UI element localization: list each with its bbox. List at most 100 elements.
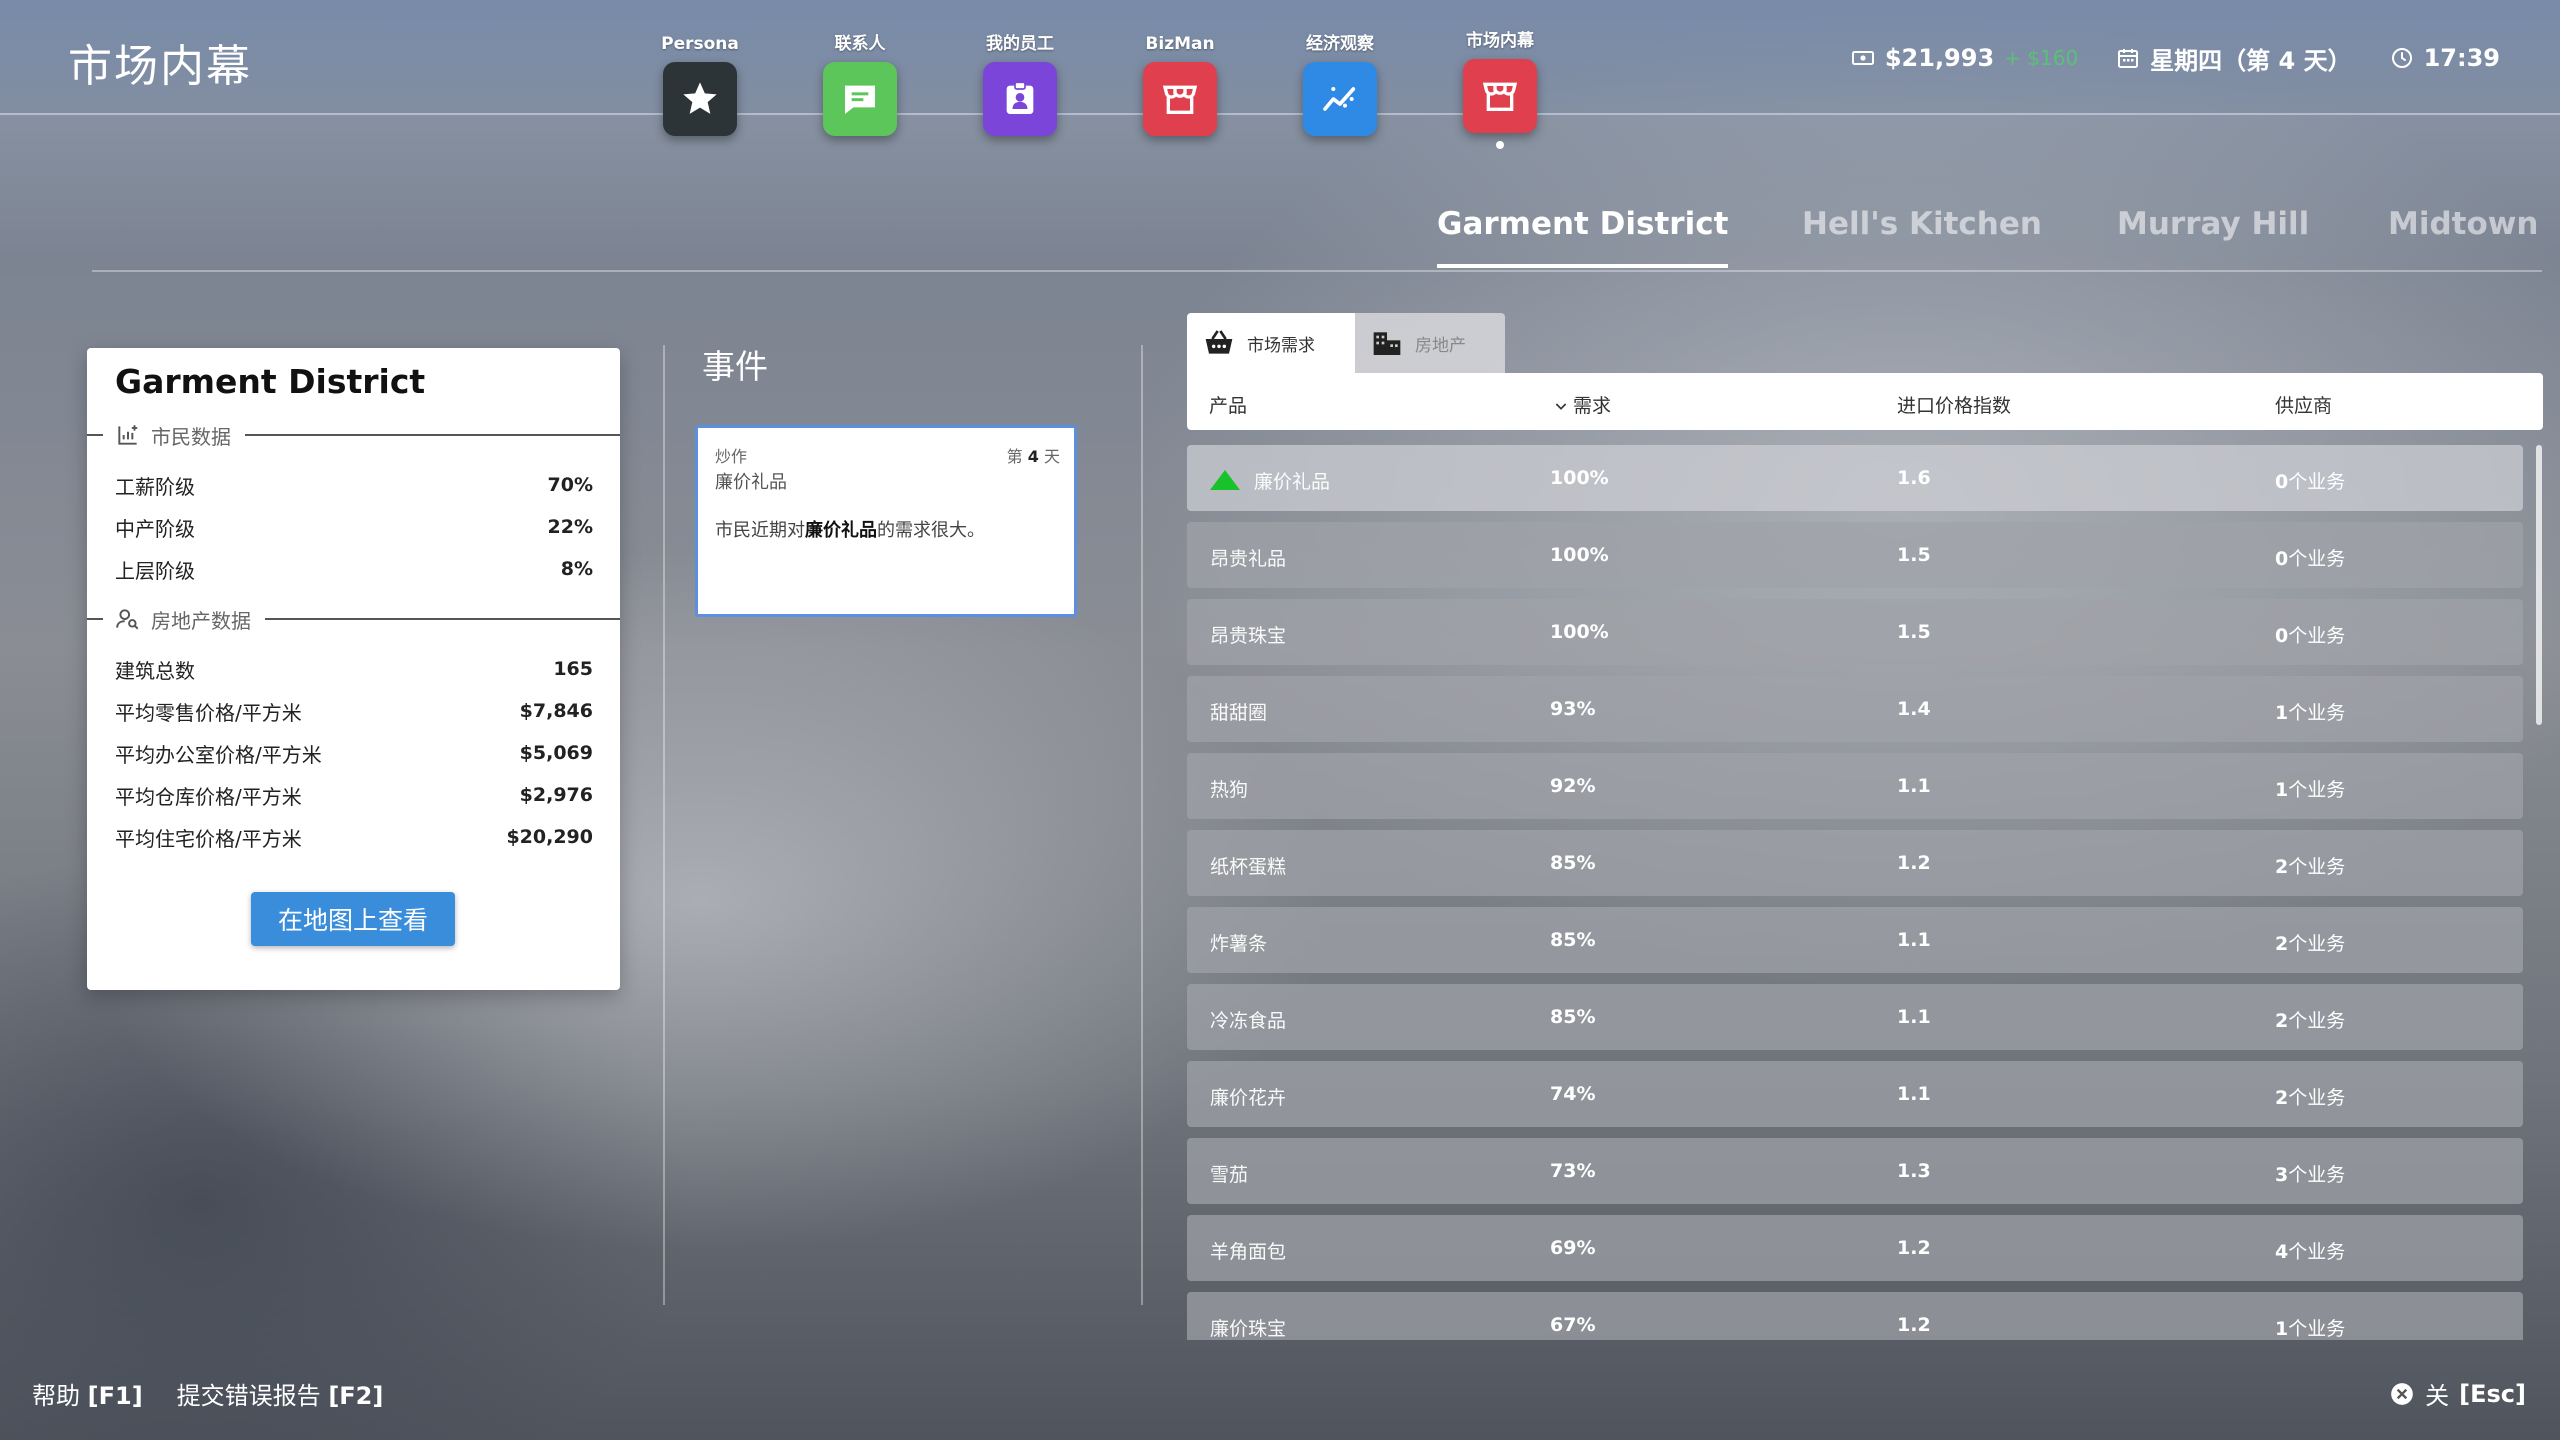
date-value: 星期四（第 4 天） [2150, 46, 2352, 75]
tab-hells-kitchen[interactable]: Hell's Kitchen [1802, 206, 2042, 264]
tab-midtown[interactable]: Midtown [2388, 206, 2539, 264]
supplier-count-unit: 个业务 [2288, 471, 2346, 493]
column-header-product[interactable]: 产品 [1209, 391, 1247, 418]
supplier-count: 2个业务 [2275, 852, 2345, 879]
app-tile[interactable] [663, 62, 737, 136]
table-row[interactable]: 甜甜圈 93% 1.4 1个业务 [1187, 676, 2523, 742]
supplier-count-number: 3 [2275, 1164, 2289, 1186]
table-row[interactable]: 廉价礼品 100% 1.6 0个业务 [1187, 445, 2523, 511]
supplier-count: 4个业务 [2275, 1237, 2345, 1264]
tab-market-demand[interactable]: 市场需求 [1187, 313, 1355, 373]
demand-value: 100% [1550, 544, 1609, 566]
tab-garment-district[interactable]: Garment District [1437, 206, 1729, 268]
app-tile[interactable] [983, 62, 1057, 136]
tab-murray-hill[interactable]: Murray Hill [2117, 206, 2309, 264]
stat-row-working-class: 工薪阶级 70% [115, 464, 593, 506]
supplier-count-unit: 个业务 [2288, 702, 2346, 724]
trend-chart-icon [1323, 87, 1356, 111]
product-name-text: 炸薯条 [1210, 933, 1268, 955]
store-icon [1482, 82, 1518, 111]
trend-up-icon [1210, 470, 1240, 490]
market-table-body[interactable]: 廉价礼品 100% 1.6 0个业务 昂贵礼品 100% 1.5 0个业务 昂贵珠宝 100% 1.… [1187, 445, 2523, 1340]
footer-shortcuts: 帮助 [F1] 提交错误报告 [F2] [32, 1376, 383, 1411]
stat-row-warehouse-price: 平均仓库价格/平方米 $2,976 [115, 774, 593, 816]
table-row[interactable]: 廉价花卉 74% 1.1 2个业务 [1187, 1061, 2523, 1127]
stat-label: 工薪阶级 [115, 474, 195, 499]
table-row[interactable]: 炸薯条 85% 1.1 2个业务 [1187, 907, 2523, 973]
event-card[interactable]: 炒作 第 4 天 廉价礼品 市民近期对廉价礼品的需求很大。 [695, 425, 1077, 617]
app-tile[interactable] [1303, 62, 1377, 136]
supplier-count: 1个业务 [2275, 698, 2345, 725]
event-desc-product: 廉价礼品 [805, 520, 877, 541]
app-contacts-button[interactable]: 联系人 [805, 32, 915, 136]
product-name-text: 羊角面包 [1210, 1241, 1287, 1263]
demand-value: 85% [1550, 929, 1596, 951]
view-on-map-button[interactable]: 在地图上查看 [251, 892, 455, 946]
table-row[interactable]: 羊角面包 69% 1.2 4个业务 [1187, 1215, 2523, 1281]
column-header-label: 需求 [1573, 395, 1612, 417]
help-shortcut[interactable]: 帮助 [F1] [32, 1376, 143, 1411]
product-name-text: 廉价花卉 [1210, 1087, 1287, 1109]
clock-icon [2391, 48, 2412, 68]
tab-real-estate[interactable]: 房地产 [1355, 313, 1505, 373]
supplier-count-number: 2 [2275, 1087, 2289, 1109]
app-economy-button[interactable]: 经济观察 [1285, 32, 1395, 136]
column-header-demand[interactable]: 需求 [1553, 391, 1611, 418]
supplier-count: 2个业务 [2275, 929, 2345, 956]
supplier-count: 1个业务 [2275, 775, 2345, 802]
supplier-count-unit: 个业务 [2288, 779, 2346, 801]
column-header-import-index[interactable]: 进口价格指数 [1897, 391, 2011, 418]
table-row[interactable]: 纸杯蛋糕 85% 1.2 2个业务 [1187, 830, 2523, 896]
column-header-suppliers[interactable]: 供应商 [2275, 391, 2332, 418]
scrollbar-thumb[interactable] [2536, 445, 2542, 725]
page-title: 市场内幕 [68, 41, 252, 92]
stat-row-upper-class: 上层阶级 8% [115, 548, 593, 590]
app-employees-button[interactable]: 我的员工 [965, 32, 1075, 136]
chat-icon [845, 85, 875, 114]
supplier-count-number: 1 [2275, 702, 2289, 724]
close-label: 关 [2425, 1382, 2450, 1410]
table-row[interactable]: 昂贵礼品 100% 1.5 0个业务 [1187, 522, 2523, 588]
event-product: 廉价礼品 [715, 472, 787, 493]
product-name: 冷冻食品 [1210, 1006, 1286, 1033]
app-market-insider-button[interactable]: 市场内幕 [1445, 29, 1555, 149]
product-name: 廉价礼品 [1210, 467, 1330, 494]
event-day-suffix: 天 [1038, 447, 1060, 466]
district-tabs: Garment District Hell's Kitchen Murray H… [92, 190, 2542, 272]
stat-value: 8% [560, 558, 593, 580]
stat-label: 中产阶级 [115, 516, 195, 541]
district-card-title: Garment District [115, 362, 426, 401]
stat-label: 平均住宅价格/平方米 [115, 826, 302, 851]
table-row[interactable]: 昂贵珠宝 100% 1.5 0个业务 [1187, 599, 2523, 665]
stat-row-retail-price: 平均零售价格/平方米 $7,846 [115, 690, 593, 732]
table-row[interactable]: 雪茄 73% 1.3 3个业务 [1187, 1138, 2523, 1204]
supplier-count-number: 4 [2275, 1241, 2289, 1263]
table-scrollbar[interactable] [2536, 445, 2542, 1340]
app-label: 市场内幕 [1466, 31, 1534, 51]
app-tile[interactable] [1463, 59, 1537, 133]
table-row[interactable]: 冷冻食品 85% 1.1 2个业务 [1187, 984, 2523, 1050]
date-display: 星期四（第 4 天） [2116, 41, 2352, 76]
import-index-value: 1.2 [1897, 1314, 1931, 1336]
event-description: 市民近期对廉价礼品的需求很大。 [715, 516, 985, 542]
demand-value: 85% [1550, 1006, 1596, 1028]
import-index-value: 1.1 [1897, 1006, 1931, 1028]
demand-value: 93% [1550, 698, 1596, 720]
supplier-count: 3个业务 [2275, 1160, 2345, 1187]
app-tile[interactable] [823, 62, 897, 136]
bug-report-shortcut[interactable]: 提交错误报告 [F2] [177, 1376, 384, 1411]
table-row[interactable]: 热狗 92% 1.1 1个业务 [1187, 753, 2523, 819]
app-persona-button[interactable]: Persona [645, 32, 755, 136]
help-key: [F1] [87, 1382, 143, 1410]
app-tile[interactable] [1143, 62, 1217, 136]
product-name-text: 甜甜圈 [1210, 702, 1268, 724]
close-button[interactable]: 关 [Esc] [2389, 1376, 2526, 1411]
import-index-value: 1.3 [1897, 1160, 1931, 1182]
supplier-count: 0个业务 [2275, 621, 2345, 648]
market-table-header: 产品 需求 进口价格指数 供应商 [1187, 373, 2543, 430]
demand-value: 92% [1550, 775, 1596, 797]
app-bizman-button[interactable]: BizMan [1125, 32, 1235, 136]
table-row[interactable]: 廉价珠宝 67% 1.2 1个业务 [1187, 1292, 2523, 1340]
demand-value: 100% [1550, 621, 1609, 643]
person-search-icon [116, 609, 139, 630]
